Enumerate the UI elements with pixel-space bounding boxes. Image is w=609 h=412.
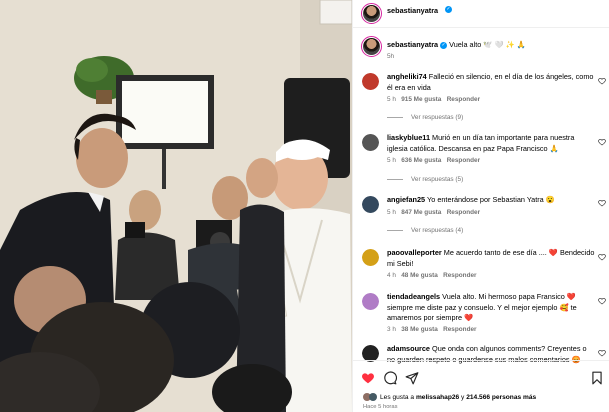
- comment-body: angiefan25 Yo enterándose por Sebastian …: [387, 195, 595, 206]
- comment-likes[interactable]: 915 Me gusta: [401, 96, 441, 103]
- verified-icon: ✓: [445, 6, 452, 13]
- comment-meta: 5 h 636 Me gusta Responder: [387, 157, 480, 164]
- comment-likes[interactable]: 48 Me gusta: [401, 272, 438, 279]
- comment-meta: 3 h 38 Me gusta Responder: [387, 326, 477, 333]
- caption-text-line: sebastianyatra ✓ Vuela alto 🕊️ 🤍 ✨ 🙏: [387, 40, 595, 51]
- action-bar: Les gusta a melissahap26 y 214.566 perso…: [353, 360, 609, 412]
- comment-avatar[interactable]: [362, 73, 379, 90]
- reply-button[interactable]: Responder: [443, 326, 476, 333]
- likes-prefix: Les gusta a: [380, 393, 415, 401]
- reply-button[interactable]: Responder: [443, 272, 476, 279]
- comment-username[interactable]: tiendadeangels: [387, 292, 440, 301]
- photo-illustration: [0, 0, 352, 412]
- comment-body: liaskyblue11 Murió en un día tan importa…: [387, 133, 595, 154]
- share-icon[interactable]: [405, 371, 419, 385]
- view-replies-link[interactable]: Ver respuestas (5): [387, 176, 463, 183]
- comment-avatar[interactable]: [362, 196, 379, 213]
- liker-avatar: [369, 393, 377, 401]
- likes-user-link[interactable]: melissahap26: [416, 394, 459, 401]
- post-photo[interactable]: [0, 0, 352, 412]
- like-comment-heart-icon[interactable]: [598, 297, 606, 305]
- caption-username[interactable]: sebastianyatra: [387, 40, 438, 49]
- reply-button[interactable]: Responder: [447, 157, 480, 164]
- likes-count-link[interactable]: 214.566 personas más: [466, 394, 536, 401]
- comment-username[interactable]: angheliki74: [387, 72, 427, 81]
- likes-summary: Les gusta a melissahap26 y 214.566 perso…: [363, 393, 536, 401]
- comment-avatar[interactable]: [362, 134, 379, 151]
- verified-icon: ✓: [440, 41, 448, 49]
- post-side-panel: sebastianyatra ✓ sebastianyatra ✓ Vuela a…: [352, 0, 609, 412]
- comment-meta: 5 h 847 Me gusta Responder: [387, 209, 480, 216]
- comment-icon[interactable]: [383, 371, 397, 385]
- reply-button[interactable]: Responder: [447, 209, 480, 216]
- comment-username[interactable]: angiefan25: [387, 195, 425, 204]
- likes-middle: y: [461, 393, 465, 401]
- comment-likes[interactable]: 38 Me gusta: [401, 326, 438, 333]
- author-avatar[interactable]: [361, 3, 382, 24]
- post-header: sebastianyatra ✓: [353, 0, 609, 28]
- heart-icon[interactable]: [361, 371, 375, 385]
- comment-time: 3 h: [387, 326, 396, 333]
- comment-time: 4 h: [387, 272, 396, 279]
- comment-meta: 5 h 915 Me gusta Responder: [387, 96, 480, 103]
- comment-body: paoovalleporter Me acuerdo tanto de ese …: [387, 248, 595, 269]
- comment-time: 5 h: [387, 157, 396, 164]
- comment-username[interactable]: liaskyblue11: [387, 133, 430, 142]
- comment-avatar[interactable]: [362, 293, 379, 310]
- caption-avatar[interactable]: [361, 36, 382, 57]
- comment-username[interactable]: adamsource: [387, 344, 430, 353]
- caption-text: Vuela alto 🕊️ 🤍 ✨ 🙏: [449, 40, 526, 49]
- like-comment-heart-icon[interactable]: [598, 199, 606, 207]
- comment-likes[interactable]: 636 Me gusta: [401, 157, 441, 164]
- view-replies-link[interactable]: Ver respuestas (9): [387, 114, 463, 121]
- post-timestamp: Hace 5 horas: [363, 404, 398, 410]
- comment-time: 5 h: [387, 96, 396, 103]
- comment-time: 5 h: [387, 209, 396, 216]
- comment-body: tiendadeangels Vuela alto. Mi hermoso pa…: [387, 292, 595, 324]
- comment-body: angheliki74 Falleció en silencio, en el …: [387, 72, 595, 93]
- like-comment-heart-icon[interactable]: [598, 349, 606, 357]
- header-username[interactable]: sebastianyatra: [387, 6, 438, 15]
- comment-meta: 4 h 48 Me gusta Responder: [387, 272, 477, 279]
- comment-text: Yo enterándose por Sebastian Yatra 😮: [427, 195, 555, 204]
- like-comment-heart-icon[interactable]: [598, 77, 606, 85]
- bookmark-icon[interactable]: [590, 371, 604, 385]
- like-comment-heart-icon[interactable]: [598, 253, 606, 261]
- comment-username[interactable]: paoovalleporter: [387, 248, 442, 257]
- comment-avatar[interactable]: [362, 249, 379, 266]
- reply-button[interactable]: Responder: [447, 96, 480, 103]
- like-comment-heart-icon[interactable]: [598, 138, 606, 146]
- caption-time: 5h: [387, 53, 395, 60]
- comment-likes[interactable]: 847 Me gusta: [401, 209, 441, 216]
- view-replies-link[interactable]: Ver respuestas (4): [387, 227, 463, 234]
